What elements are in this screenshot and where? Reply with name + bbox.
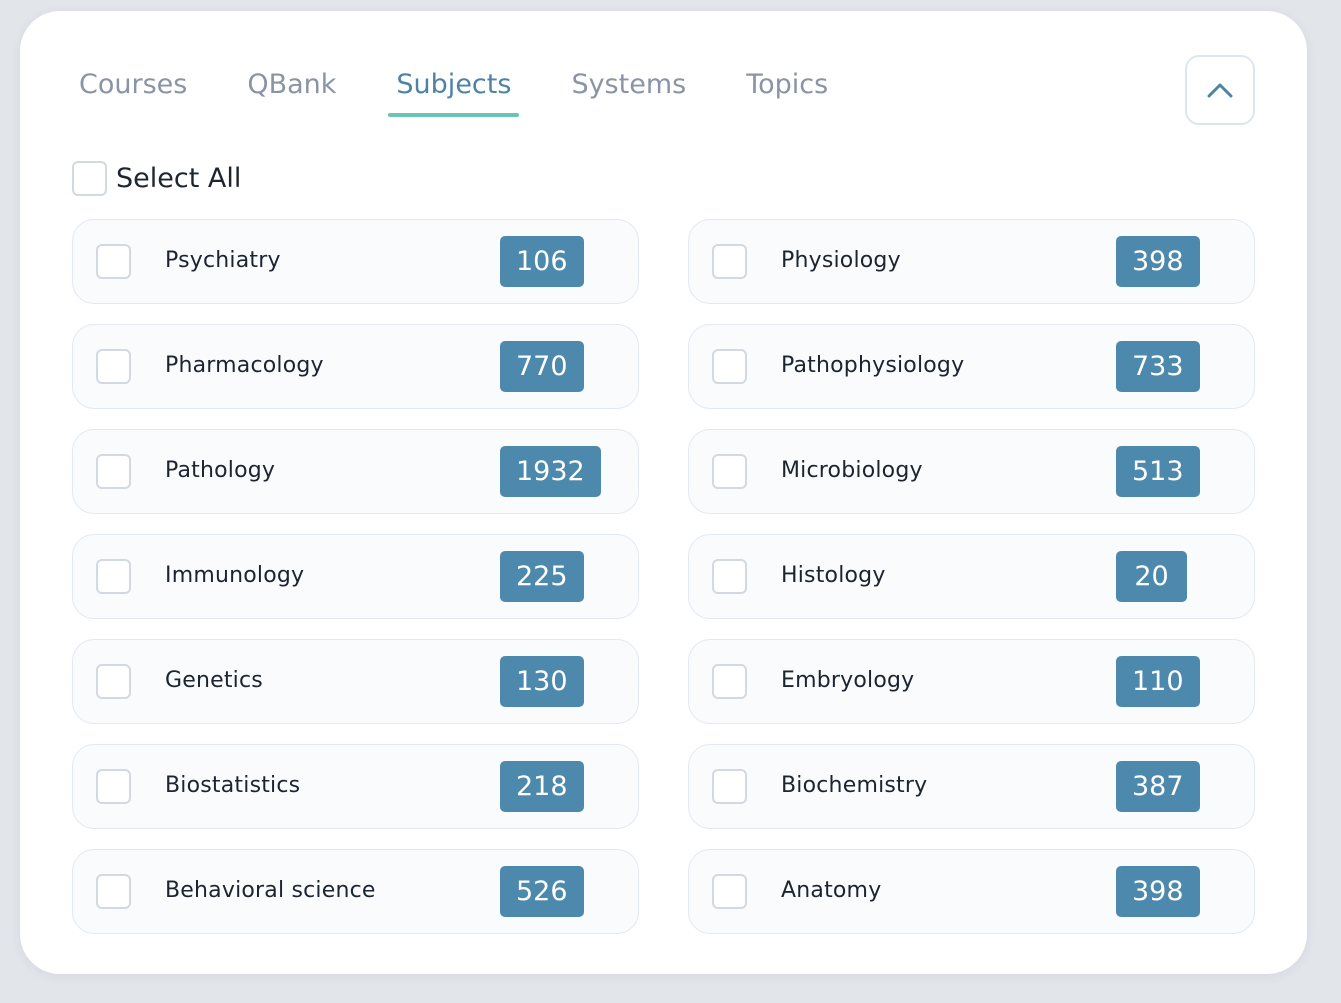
subject-row-genetics[interactable]: Genetics 130 (72, 639, 639, 724)
subject-name: Embryology (781, 668, 915, 693)
question-count-badge: 218 (500, 761, 584, 812)
subject-checkbox[interactable] (712, 349, 747, 384)
subject-checkbox[interactable] (96, 244, 131, 279)
question-count-badge: 225 (500, 551, 584, 602)
subject-row-biostatistics[interactable]: Biostatistics 218 (72, 744, 639, 829)
question-count-badge: 526 (500, 866, 584, 917)
tab-systems[interactable]: Systems (571, 63, 686, 117)
question-count-badge: 733 (1116, 341, 1200, 392)
subject-checkbox[interactable] (96, 454, 131, 489)
question-count-badge: 20 (1116, 551, 1187, 602)
subject-row-pathology[interactable]: Pathology 1932 (72, 429, 639, 514)
question-count-badge: 110 (1116, 656, 1200, 707)
tab-qbank[interactable]: QBank (247, 63, 336, 117)
question-count-badge: 770 (500, 341, 584, 392)
subject-checkbox[interactable] (96, 664, 131, 699)
select-all-label: Select All (116, 163, 242, 194)
subject-name: Anatomy (781, 878, 882, 903)
subject-checkbox[interactable] (96, 769, 131, 804)
subject-name: Physiology (781, 248, 901, 273)
subject-checkbox[interactable] (96, 559, 131, 594)
question-count-badge: 130 (500, 656, 584, 707)
subject-row-embryology[interactable]: Embryology 110 (688, 639, 1255, 724)
subject-name: Immunology (165, 563, 305, 588)
subject-checkbox[interactable] (712, 664, 747, 699)
tab-courses[interactable]: Courses (79, 63, 187, 117)
subject-name: Histology (781, 563, 886, 588)
subject-checkbox[interactable] (96, 349, 131, 384)
subject-filter-panel: Courses QBank Subjects Systems Topics Se… (20, 11, 1307, 974)
subject-checkbox[interactable] (712, 874, 747, 909)
subject-row-biochemistry[interactable]: Biochemistry 387 (688, 744, 1255, 829)
chevron-up-icon (1207, 83, 1233, 98)
question-count-badge: 1932 (500, 446, 601, 497)
question-count-badge: 398 (1116, 866, 1200, 917)
subject-row-pharmacology[interactable]: Pharmacology 770 (72, 324, 639, 409)
subject-checkbox[interactable] (712, 454, 747, 489)
question-count-badge: 106 (500, 236, 584, 287)
subject-name: Biostatistics (165, 773, 301, 798)
tab-topics[interactable]: Topics (746, 63, 828, 117)
subject-checkbox[interactable] (712, 559, 747, 594)
select-all-checkbox[interactable] (72, 161, 107, 196)
subject-row-anatomy[interactable]: Anatomy 398 (688, 849, 1255, 934)
subject-name: Pathology (165, 458, 276, 483)
subject-name: Biochemistry (781, 773, 928, 798)
subject-row-microbiology[interactable]: Microbiology 513 (688, 429, 1255, 514)
subject-name: Microbiology (781, 458, 923, 483)
subject-row-immunology[interactable]: Immunology 225 (72, 534, 639, 619)
subject-row-psychiatry[interactable]: Psychiatry 106 (72, 219, 639, 304)
question-count-badge: 513 (1116, 446, 1200, 497)
tab-bar: Courses QBank Subjects Systems Topics (79, 63, 828, 117)
question-count-badge: 387 (1116, 761, 1200, 812)
subject-name: Genetics (165, 668, 263, 693)
subject-name: Psychiatry (165, 248, 281, 273)
subject-row-behavioral-science[interactable]: Behavioral science 526 (72, 849, 639, 934)
subject-row-pathophysiology[interactable]: Pathophysiology 733 (688, 324, 1255, 409)
collapse-button[interactable] (1185, 55, 1255, 125)
subject-name: Behavioral science (165, 878, 376, 903)
select-all[interactable]: Select All (72, 161, 241, 196)
subject-name: Pharmacology (165, 353, 324, 378)
question-count-badge: 398 (1116, 236, 1200, 287)
subject-checkbox[interactable] (712, 244, 747, 279)
tab-subjects[interactable]: Subjects (388, 63, 520, 117)
subject-checkbox[interactable] (96, 874, 131, 909)
subject-row-physiology[interactable]: Physiology 398 (688, 219, 1255, 304)
subject-name: Pathophysiology (781, 353, 965, 378)
subject-checkbox[interactable] (712, 769, 747, 804)
subject-list: Psychiatry 106 Physiology 398 Pharmacolo… (72, 219, 1255, 934)
subject-row-histology[interactable]: Histology 20 (688, 534, 1255, 619)
